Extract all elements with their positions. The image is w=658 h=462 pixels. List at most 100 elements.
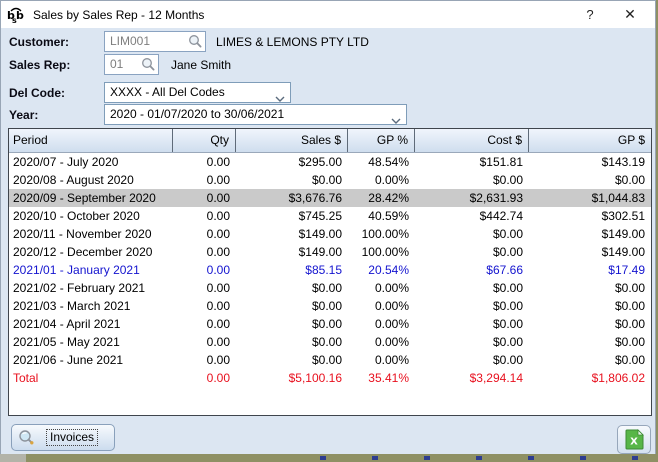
period-cell: 2020/10 - October 2020 [9,207,173,225]
period-cell: 2021/01 - January 2021 [9,261,173,279]
qty-cell: 0.00 [173,171,236,189]
qty-cell: 0.00 [173,243,236,261]
gp-cell: $0.00 [529,297,651,315]
qty-cell: 0.00 [173,225,236,243]
sales-cell: $3,676.76 [236,189,348,207]
customer-code-field[interactable]: LIM001 [104,31,206,52]
gp-pct-cell: 28.42% [348,189,415,207]
period-column-header[interactable]: Period [9,129,173,152]
gp-pct-cell: 100.00% [348,225,415,243]
customer-code-value: LIM001 [110,32,150,51]
sales-cell: $295.00 [236,153,348,171]
sales-rep-code-field[interactable]: 01 [104,54,159,75]
table-row[interactable]: 2020/12 - December 20200.00$149.00100.00… [9,243,651,261]
period-cell: 2021/06 - June 2021 [9,351,173,369]
sales-column-header[interactable]: Sales $ [236,129,348,152]
period-cell: 2021/04 - April 2021 [9,315,173,333]
period-cell: 2020/12 - December 2020 [9,243,173,261]
gp-cell: $143.19 [529,153,651,171]
period-cell: 2021/03 - March 2021 [9,297,173,315]
customer-lookup-magnifier-icon[interactable] [188,34,203,54]
sales-cell: $0.00 [236,279,348,297]
sales-cell: $149.00 [236,225,348,243]
gp-pct-cell: 0.00% [348,171,415,189]
background-desktop-strip [0,454,658,462]
period-cell: 2021/02 - February 2021 [9,279,173,297]
sales-cell: $745.25 [236,207,348,225]
del-code-label: Del Code: [9,83,65,103]
qty-column-header[interactable]: Qty [173,129,236,152]
table-row[interactable]: 2020/08 - August 20200.00$0.000.00%$0.00… [9,171,651,189]
title-bar: b s b Sales by Sales Rep - 12 Months ? ✕ [1,1,655,28]
gp-cell: $0.00 [529,171,651,189]
cost-cell: $0.00 [415,297,529,315]
magnifier-icon [18,429,36,447]
period-cell: 2020/07 - July 2020 [9,153,173,171]
sales-cell: $0.00 [236,333,348,351]
cost-cell: $0.00 [415,279,529,297]
customer-label: Customer: [9,32,69,52]
cost-cell: $67.66 [415,261,529,279]
year-label: Year: [9,105,38,125]
invoices-button[interactable]: Invoices [11,424,115,451]
cost-cell: $2,631.93 [415,189,529,207]
gp-cell: $17.49 [529,261,651,279]
table-row[interactable]: 2020/11 - November 20200.00$149.00100.00… [9,225,651,243]
export-excel-button[interactable]: X [617,425,651,454]
qty-cell: 0.00 [173,207,236,225]
sales-cell: $0.00 [236,171,348,189]
qty-cell: 0.00 [173,279,236,297]
del-code-value: XXXX - All Del Codes [110,83,225,102]
table-row[interactable]: Total0.00$5,100.1635.41%$3,294.14$1,806.… [9,369,651,387]
table-row[interactable]: 2021/01 - January 20210.00$85.1520.54%$6… [9,261,651,279]
qty-cell: 0.00 [173,369,236,387]
gp-cell: $1,806.02 [529,369,651,387]
gp-pct-column-header[interactable]: GP % [348,129,415,152]
qty-cell: 0.00 [173,351,236,369]
excel-file-icon: X [625,429,644,450]
table-header: Period Qty Sales $ GP % Cost $ GP $ [9,129,651,153]
gp-pct-cell: 0.00% [348,333,415,351]
help-button[interactable]: ? [573,1,607,28]
svg-text:X: X [630,437,638,448]
gp-cell: $0.00 [529,315,651,333]
cost-cell: $151.81 [415,153,529,171]
cost-cell: $3,294.14 [415,369,529,387]
gp-cell: $149.00 [529,225,651,243]
qty-cell: 0.00 [173,315,236,333]
sales-cell: $149.00 [236,243,348,261]
table-row[interactable]: 2020/10 - October 20200.00$745.2540.59%$… [9,207,651,225]
cost-cell: $0.00 [415,225,529,243]
qty-cell: 0.00 [173,153,236,171]
sales-rep-label: Sales Rep: [9,55,70,75]
cost-cell: $442.74 [415,207,529,225]
gp-column-header[interactable]: GP $ [529,129,651,152]
period-cell: 2020/09 - September 2020 [9,189,173,207]
cost-cell: $0.00 [415,315,529,333]
table-row[interactable]: 2021/04 - April 20210.00$0.000.00%$0.00$… [9,315,651,333]
table-row[interactable]: 2021/03 - March 20210.00$0.000.00%$0.00$… [9,297,651,315]
table-row[interactable]: 2021/02 - February 20210.00$0.000.00%$0.… [9,279,651,297]
app-logo-icon: b s b [7,6,27,24]
gp-pct-cell: 100.00% [348,243,415,261]
period-cell: 2020/08 - August 2020 [9,171,173,189]
sales-cell: $0.00 [236,351,348,369]
qty-cell: 0.00 [173,333,236,351]
year-select[interactable]: 2020 - 01/07/2020 to 30/06/2021 [104,104,407,125]
sales-cell: $0.00 [236,297,348,315]
table-row[interactable]: 2020/09 - September 20200.00$3,676.7628.… [9,189,651,207]
sales-rep-name: Jane Smith [171,55,231,75]
sales-rep-lookup-magnifier-icon[interactable] [141,57,156,77]
cost-column-header[interactable]: Cost $ [415,129,529,152]
table-row[interactable]: 2021/06 - June 20210.00$0.000.00%$0.00$0… [9,351,651,369]
table-row[interactable]: 2020/07 - July 20200.00$295.0048.54%$151… [9,153,651,171]
invoices-button-label: Invoices [46,429,98,446]
table-row[interactable]: 2021/05 - May 20210.00$0.000.00%$0.00$0.… [9,333,651,351]
gp-pct-cell: 20.54% [348,261,415,279]
close-button[interactable]: ✕ [613,1,647,28]
period-cell: 2020/11 - November 2020 [9,225,173,243]
qty-cell: 0.00 [173,261,236,279]
gp-pct-cell: 48.54% [348,153,415,171]
gp-cell: $149.00 [529,243,651,261]
del-code-select[interactable]: XXXX - All Del Codes [104,82,291,103]
